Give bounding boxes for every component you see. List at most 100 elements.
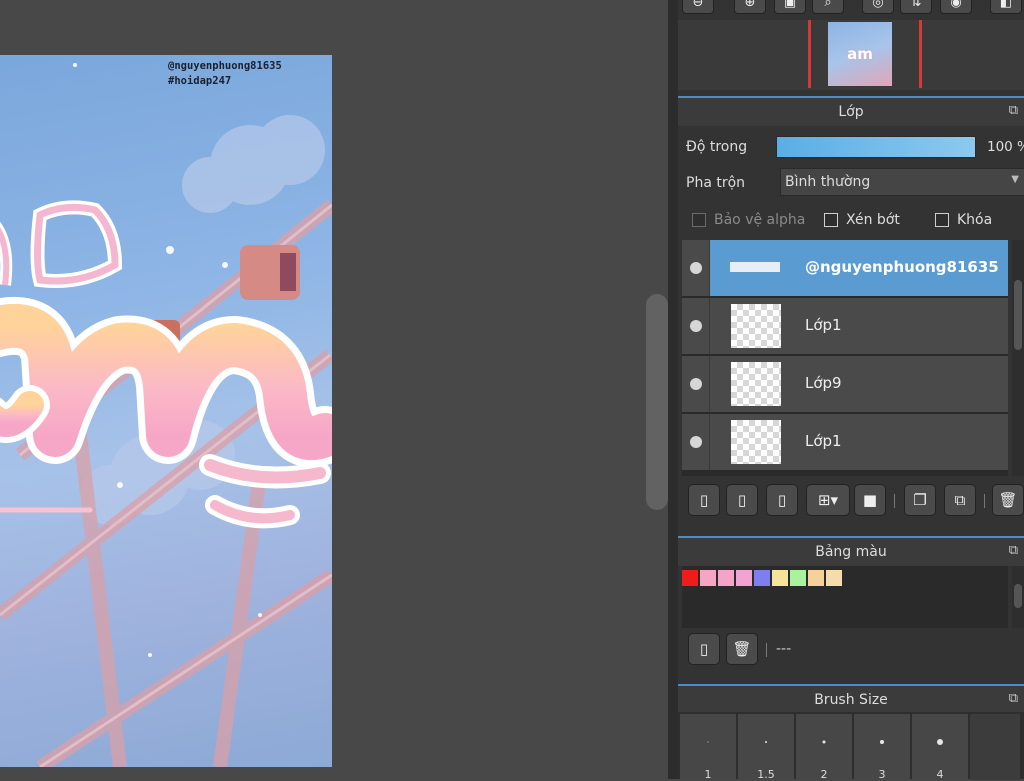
popout-icon[interactable]: ⧉ <box>1009 543 1018 558</box>
popout-icon[interactable]: ⧉ <box>1009 103 1018 118</box>
split-button[interactable]: ◧ <box>990 0 1022 14</box>
visibility-eye-icon[interactable] <box>690 320 702 332</box>
layer-name: Lớp1 <box>805 432 842 450</box>
opacity-value: 100 % <box>987 139 1024 155</box>
duplicate-layer-button[interactable]: ❐ <box>904 484 936 516</box>
fit-icon: ▣ <box>783 0 797 10</box>
flip-icon: ⇅ <box>910 0 922 10</box>
brush-size-label: 1.5 <box>757 768 775 781</box>
new-folder-button[interactable]: ■ <box>854 484 886 516</box>
color-swatch[interactable] <box>718 570 734 586</box>
brush-size-panel-header: Brush Size ⧉ <box>678 684 1024 714</box>
checkbox-icon <box>935 213 949 227</box>
scrollbar-thumb[interactable] <box>1014 280 1022 350</box>
zoom-icon: ⌕ <box>824 0 832 10</box>
layer-item[interactable]: Lớp1 <box>682 414 1008 472</box>
color-swatch[interactable] <box>826 570 842 586</box>
layer-item[interactable]: @nguyenphuong81635 ❄ <box>682 240 1008 298</box>
clipping-label: Xén bớt <box>846 212 900 228</box>
zoom-button[interactable]: ⌕ <box>812 0 844 14</box>
brush-size-label: 4 <box>936 768 944 781</box>
new-page-icon: ▯ <box>699 491 709 509</box>
layer-list[interactable]: @nguyenphuong81635 ❄ Lớp1 Lớp9 Lớp1 <box>682 240 1008 476</box>
brush-size-cell[interactable]: 1 <box>680 714 736 781</box>
visibility-eye-icon[interactable] <box>690 436 702 448</box>
layer-thumbnail <box>730 262 780 272</box>
scrollbar-thumb[interactable] <box>1014 584 1022 608</box>
brush-dot <box>822 740 826 744</box>
zoom-out-button[interactable]: ⊖ <box>682 0 714 14</box>
lettering-m <box>0 296 332 468</box>
layer-name: Lớp9 <box>805 374 842 392</box>
layer-row-main[interactable]: Lớp9 <box>709 356 1008 412</box>
zoom-in-icon: ⊕ <box>744 0 756 10</box>
navigator-frame-left <box>808 20 811 88</box>
canvas-vertical-scrollbar[interactable] <box>646 294 668 510</box>
layer-thumbnail <box>731 420 781 464</box>
layer-item[interactable]: Lớp9 <box>682 356 1008 414</box>
color-swatch[interactable] <box>790 570 806 586</box>
delete-layer-button[interactable]: 🗑 <box>992 484 1024 516</box>
layer-item[interactable]: Lớp1 <box>682 298 1008 356</box>
color-swatch[interactable] <box>700 570 716 586</box>
new-page-icon: ▯ <box>699 640 709 658</box>
blend-mode-select[interactable]: Bình thường ▼ <box>780 168 1024 196</box>
color-swatch[interactable] <box>736 570 752 586</box>
lock-checkbox[interactable]: Khóa <box>935 212 992 228</box>
watermark-username: @nguyenphuong81635 <box>168 60 282 72</box>
opacity-label: Độ trong <box>686 139 748 155</box>
brush-size-cell[interactable]: 2 <box>796 714 852 781</box>
new-1bit-layer-button[interactable]: ▯ <box>766 484 798 516</box>
brush-size-cell[interactable]: 3 <box>854 714 910 781</box>
new-palette-button[interactable]: ▯ <box>688 633 720 665</box>
palette-panel-header: Bảng màu ⧉ <box>678 536 1024 566</box>
palette-swatch-area[interactable] <box>682 566 1008 628</box>
navigator-thumbnail[interactable]: am <box>828 22 892 86</box>
new-layer-button[interactable]: ▯ <box>688 484 720 516</box>
layer-thumbnail <box>731 304 781 348</box>
color-swatch[interactable] <box>682 570 698 586</box>
canvas-area[interactable]: @nguyenphuong81635 #hoidap247 <box>0 0 642 779</box>
new-8bit-layer-button[interactable]: ▯ <box>726 484 758 516</box>
palette-scrollbar[interactable] <box>1012 566 1024 628</box>
blend-label: Pha trộn <box>686 175 746 191</box>
layer-row-main[interactable]: Lớp1 <box>709 414 1008 470</box>
brush-size-cell[interactable]: 1.5 <box>738 714 794 781</box>
color-swatch[interactable] <box>772 570 788 586</box>
artwork-canvas[interactable]: @nguyenphuong81635 #hoidap247 <box>0 55 332 767</box>
brush-dot <box>765 741 767 743</box>
merge-layer-button[interactable]: ⧉ <box>944 484 976 516</box>
trash-icon: 🗑 <box>998 491 1018 509</box>
delete-palette-button[interactable]: 🗑 <box>726 633 758 665</box>
brush-size-label: 2 <box>820 768 828 781</box>
brush-size-grid: 1 1.5 2 3 4 <box>678 712 1024 781</box>
zoom-in-button[interactable]: ⊕ <box>734 0 766 14</box>
color-swatch[interactable] <box>808 570 824 586</box>
layer-panel-title: Lớp <box>838 104 864 120</box>
opacity-slider[interactable] <box>776 136 976 158</box>
visibility-eye-icon[interactable] <box>690 262 702 274</box>
fit-button[interactable]: ▣ <box>774 0 806 14</box>
reset-button[interactable]: ◉ <box>940 0 972 14</box>
chevron-down-icon: ▼ <box>1011 174 1019 185</box>
folder-icon: ■ <box>862 491 878 509</box>
layer-row-main[interactable]: @nguyenphuong81635 ❄ <box>709 240 1008 296</box>
rotate-button[interactable]: ◎ <box>862 0 894 14</box>
brush-size-cell[interactable] <box>970 714 1020 780</box>
clipping-checkbox[interactable]: Xén bớt <box>824 212 900 228</box>
brush-size-cell[interactable]: 4 <box>912 714 968 781</box>
layer-row-main[interactable]: Lớp1 <box>709 298 1008 354</box>
color-swatch[interactable] <box>754 570 770 586</box>
duplicate-icon: ❐ <box>913 491 927 509</box>
flip-button[interactable]: ⇅ <box>900 0 932 14</box>
visibility-eye-icon[interactable] <box>690 378 702 390</box>
zoom-out-icon: ⊖ <box>692 0 704 10</box>
layer-thumbnail <box>731 362 781 406</box>
layer-list-scrollbar[interactable] <box>1012 240 1024 476</box>
panel-divider[interactable] <box>668 0 678 779</box>
checkbox-icon <box>692 213 706 227</box>
layer-panel-header: Lớp ⧉ <box>678 96 1024 126</box>
popout-icon[interactable]: ⧉ <box>1009 691 1018 706</box>
protect-alpha-checkbox[interactable]: Bảo vệ alpha <box>692 212 805 228</box>
add-layer-menu-button[interactable]: ⊞▾ <box>806 484 850 516</box>
